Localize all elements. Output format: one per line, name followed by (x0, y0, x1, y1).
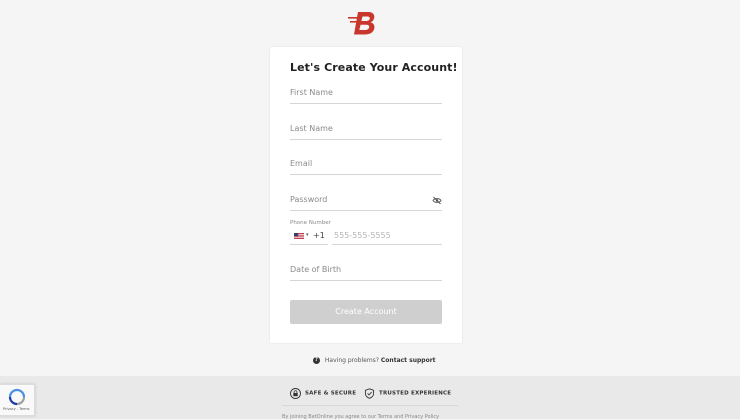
email-field[interactable]: Email (290, 158, 442, 175)
trusted-experience-badge: TRUSTED EXPERIENCE (364, 388, 451, 400)
footer-divider (282, 405, 458, 406)
help-line: ? Having problems? Contact support (313, 357, 436, 367)
signup-card: Let's Create Your Account! First Name La… (270, 47, 462, 343)
create-account-button[interactable]: Create Account (290, 300, 442, 324)
safe-secure-badge: SAFE & SECURE (290, 388, 356, 400)
legal-text: By joining BetOnline you agree to our Te… (282, 414, 440, 420)
brand-logo-icon (348, 12, 375, 35)
last-name-field[interactable]: Last Name (290, 123, 442, 140)
recaptcha-badge[interactable]: Privacy - Terms (0, 384, 35, 416)
first-name-placeholder: First Name (290, 88, 333, 97)
phone-placeholder: 555-555-5555 (334, 231, 391, 240)
date-of-birth-field[interactable]: Date of Birth (290, 264, 442, 281)
password-placeholder: Password (290, 195, 328, 204)
password-field[interactable]: Password (290, 194, 442, 211)
safe-secure-label: SAFE & SECURE (305, 390, 357, 397)
phone-number-label: Phone Number (290, 220, 331, 226)
us-flag-icon (294, 233, 304, 239)
recaptcha-icon (8, 388, 26, 406)
footer: SAFE & SECURE TRUSTED EXPERIENCE By join… (0, 376, 740, 420)
recaptcha-text[interactable]: Privacy - Terms (3, 407, 29, 411)
question-circle-icon: ? (313, 357, 320, 364)
country-code-select[interactable]: ▾ +1 (290, 229, 328, 245)
phone-number-input[interactable]: 555-555-5555 (332, 229, 442, 245)
eye-slash-icon[interactable] (432, 196, 442, 205)
brand-logo[interactable] (348, 10, 380, 38)
dial-code: +1 (313, 231, 325, 240)
contact-support-link[interactable]: Contact support (381, 357, 436, 364)
trusted-experience-label: TRUSTED EXPERIENCE (379, 390, 452, 397)
last-name-placeholder: Last Name (290, 124, 333, 133)
first-name-field[interactable]: First Name (290, 87, 442, 104)
email-placeholder: Email (290, 159, 313, 168)
form-title: Let's Create Your Account! (290, 61, 458, 74)
lock-icon (290, 388, 301, 399)
dob-placeholder: Date of Birth (290, 265, 342, 274)
shield-check-icon (364, 388, 375, 399)
help-text: Having problems? (324, 357, 379, 364)
chevron-down-icon: ▾ (306, 232, 309, 238)
